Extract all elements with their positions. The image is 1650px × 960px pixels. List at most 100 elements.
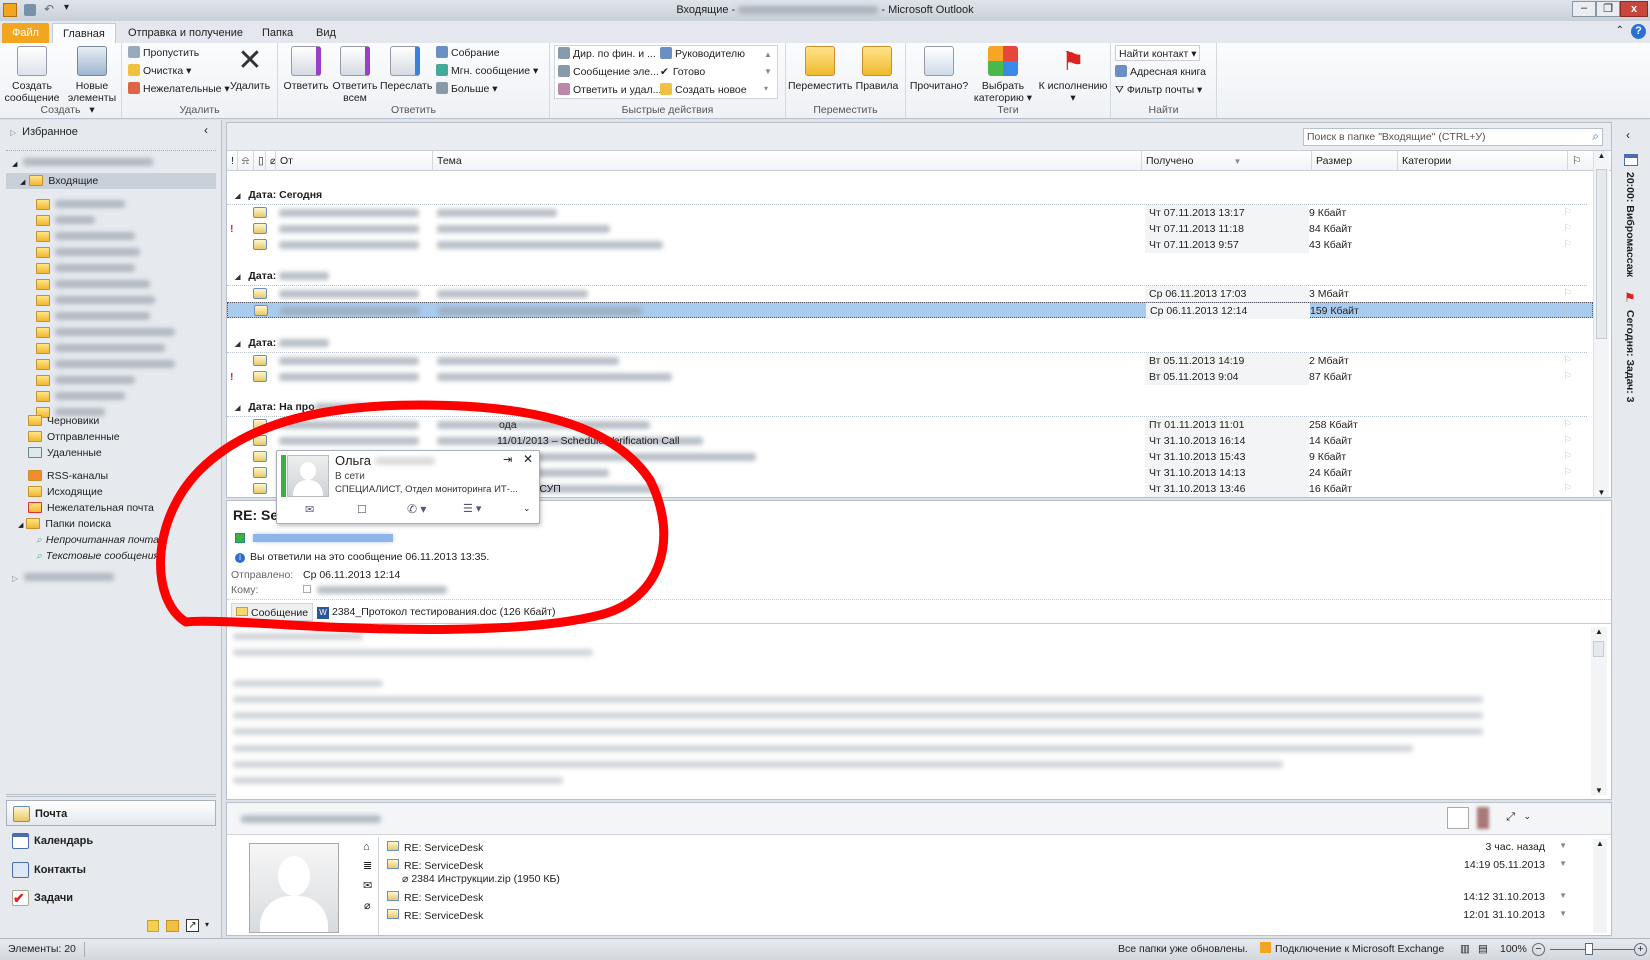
activities-tab-icon[interactable]: ≣	[363, 859, 372, 872]
delete-button[interactable]: ✕ Удалить	[226, 46, 274, 93]
tab-home[interactable]: Главная	[52, 23, 116, 43]
chat-icon[interactable]: ☐	[357, 503, 367, 516]
cleanup-button[interactable]: Очистка ▾	[128, 63, 191, 79]
expand-card-icon[interactable]: ⌄	[523, 503, 531, 514]
home-tab-icon[interactable]: ⌂	[363, 841, 370, 853]
flag-icon[interactable]: ⚐	[1563, 205, 1572, 221]
collapse-ribbon-icon[interactable]: ⌃	[1616, 25, 1624, 36]
inbox-subfolder[interactable]	[36, 277, 150, 293]
address-book-button[interactable]: Адресная книга	[1115, 64, 1206, 80]
table-row[interactable]: Чт 07.11.2013 9:57 43 Кбайт ⚐	[227, 237, 1593, 253]
zoom-in-button[interactable]: +	[1634, 943, 1647, 956]
filter-email-button[interactable]: ⛛ Фильтр почты ▾	[1115, 82, 1202, 98]
table-row[interactable]: 11/01/2013 – Schedule Verification Call Ч…	[227, 433, 1593, 449]
details-icon[interactable]: ☰ ▾	[463, 502, 481, 515]
quick-step[interactable]: ✔ Готово	[660, 64, 705, 80]
inbox-subfolder[interactable]	[36, 309, 150, 325]
search-icon[interactable]: ⌕	[1592, 129, 1599, 144]
flag-icon[interactable]: ⚐	[1563, 369, 1572, 385]
tab-folder[interactable]: Папка	[252, 23, 303, 43]
activity-item[interactable]: RE: ServiceDesk	[387, 859, 483, 872]
table-row[interactable]: Вт 05.11.2013 14:19 2 Мбайт ⚐	[227, 353, 1593, 369]
inbox-subfolder[interactable]	[36, 357, 175, 373]
inbox-subfolder[interactable]	[36, 245, 140, 261]
search-folder-unread[interactable]: ⌕ Непрочитанная почта	[36, 532, 159, 548]
person-name[interactable]	[241, 815, 381, 823]
categorize-button[interactable]: Выбрать категорию ▾	[972, 46, 1034, 104]
table-row[interactable]: Ср 06.11.2013 17:03 3 Мбайт ⚐	[227, 286, 1593, 302]
item-menu-icon[interactable]: ▼	[1559, 859, 1567, 868]
flag-icon[interactable]: ⚐	[1563, 286, 1572, 302]
junk-button[interactable]: Нежелательные ▾	[128, 81, 230, 97]
table-row[interactable]: ! Чт 07.11.2013 11:18 84 Кбайт ⚐	[227, 221, 1593, 237]
table-row[interactable]: ! Вт 05.11.2013 9:04 87 Кбайт ⚐	[227, 369, 1593, 385]
flag-icon[interactable]: ⚐	[1563, 449, 1572, 465]
mail-tab-icon[interactable]: ✉	[363, 879, 372, 892]
collapse-icon[interactable]: ⌄	[1523, 811, 1531, 822]
reading-view-icon[interactable]: ▤	[1478, 939, 1488, 960]
column-categories[interactable]: Категории	[1397, 151, 1567, 171]
pin-icon[interactable]: ⇥	[503, 453, 512, 466]
group-header[interactable]: Дата:	[235, 268, 330, 284]
phone-icon[interactable]: ✆ ▾	[407, 502, 426, 516]
folder-deleted[interactable]: Удаленные	[28, 445, 102, 461]
minimize-button[interactable]: –	[1572, 1, 1596, 17]
nav-tasks[interactable]: ✔ Задачи	[6, 885, 216, 911]
inbox-subfolder[interactable]	[36, 325, 175, 341]
group-header[interactable]: Дата: Сегодня	[235, 187, 322, 203]
flag-icon[interactable]: ⚐	[1563, 221, 1572, 237]
reminder-column-icon[interactable]: ⍾	[237, 151, 253, 171]
quick-step[interactable]: Ответить и удал...	[558, 82, 661, 98]
instant-message-button[interactable]: Мгн. сообщение ▾	[436, 63, 538, 79]
inbox-subfolder[interactable]	[36, 197, 125, 213]
configure-buttons-icon[interactable]: ▾	[205, 920, 209, 929]
account-node[interactable]: ◢	[12, 155, 154, 171]
tab-view[interactable]: Вид	[306, 23, 346, 43]
follow-up-button[interactable]: ⚑ К исполнению ▾	[1038, 46, 1108, 104]
item-menu-icon[interactable]: ▼	[1559, 891, 1567, 900]
column-subject[interactable]: Тема	[432, 151, 1142, 171]
flag-icon[interactable]: ⚐	[1563, 433, 1572, 449]
flag-icon[interactable]: ⚐	[1563, 465, 1572, 481]
inbox-subfolder[interactable]	[36, 229, 135, 245]
column-received[interactable]: Получено ▼	[1141, 151, 1311, 171]
nav-contacts[interactable]: Контакты	[6, 857, 216, 883]
zoom-slider-thumb[interactable]	[1585, 943, 1593, 955]
restore-button[interactable]: ❐	[1596, 1, 1620, 17]
folder-outbox[interactable]: Исходящие	[28, 484, 103, 500]
item-menu-icon[interactable]: ▼	[1559, 841, 1567, 850]
reply-all-button[interactable]: Ответить всем	[330, 46, 380, 104]
expand-icon[interactable]: ⤢	[1506, 811, 1515, 824]
search-folder-sms[interactable]: ⌕ Текстовые сообщения	[36, 548, 159, 564]
inbox-subfolder[interactable]	[36, 341, 165, 357]
help-icon[interactable]: ?	[1631, 24, 1646, 39]
tasks-today[interactable]: Сегодня: Задач: 3	[1624, 310, 1636, 403]
table-row[interactable]: Ср 06.11.2013 12:14 159 Кбайт ⚐	[227, 302, 1593, 319]
more-button[interactable]: Больше ▾	[436, 81, 498, 97]
close-button[interactable]: x	[1620, 1, 1648, 17]
new-message-button[interactable]: Создать сообщение	[4, 46, 60, 104]
recipient[interactable]	[317, 586, 447, 594]
activity-item[interactable]: RE: ServiceDesk	[387, 891, 483, 904]
attachment[interactable]: W 2384_Протокол тестирования.doc (126 Кба…	[317, 603, 555, 621]
table-row[interactable]: Чт 07.11.2013 13:17 9 Кбайт ⚐	[227, 205, 1593, 221]
sender-name[interactable]	[253, 534, 393, 542]
body-scrollbar[interactable]: ▲ ▼	[1591, 627, 1607, 795]
move-button[interactable]: Переместить	[788, 46, 852, 92]
activity-attachment[interactable]: ⌀ 2384 Инструкции.zip (1950 КБ)	[402, 873, 560, 885]
item-menu-icon[interactable]: ▼	[1559, 909, 1567, 918]
nav-calendar[interactable]: Календарь	[6, 828, 216, 854]
people-scrollbar[interactable]: ▲	[1593, 839, 1607, 933]
person-thumbnail[interactable]	[1477, 807, 1489, 829]
quick-step[interactable]: Дир. по фин. и ...	[558, 46, 656, 62]
message-tab[interactable]: Сообщение	[231, 603, 314, 621]
tab-file[interactable]: Файл	[2, 23, 50, 43]
reply-button[interactable]: Ответить	[282, 46, 330, 92]
expand-todo-icon[interactable]: ‹	[1626, 128, 1630, 142]
inbox-subfolder[interactable]	[36, 389, 125, 405]
quick-step[interactable]: Руководителю	[660, 46, 745, 62]
zoom-level[interactable]: 100%	[1500, 939, 1527, 960]
folder-rss[interactable]: RSS-каналы	[28, 468, 108, 484]
person-thumbnail[interactable]	[1447, 807, 1469, 829]
attachments-tab-icon[interactable]: ⌀	[364, 899, 371, 912]
